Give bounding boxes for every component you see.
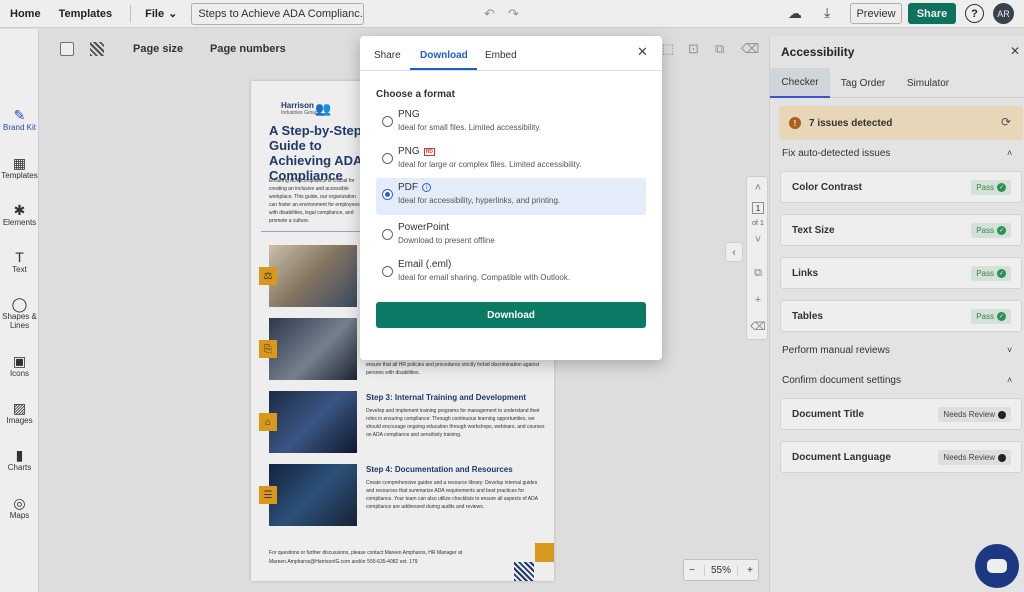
format-description: Ideal for accessibility, hyperlinks, and…: [398, 196, 561, 205]
divider: [360, 70, 662, 71]
format-description: Ideal for email sharing. Compatible with…: [398, 273, 571, 282]
format-heading: Choose a format: [376, 89, 455, 100]
format-name-text: PowerPoint: [398, 222, 450, 233]
format-description: Ideal for large or complex files. Limite…: [398, 160, 582, 169]
format-name-text: PNG: [398, 146, 420, 157]
tab-share[interactable]: Share: [374, 50, 401, 61]
format-option-png-hd[interactable]: PNG HD Ideal for large or complex files. …: [376, 142, 646, 179]
format-description: Ideal for small files. Limited accessibi…: [398, 123, 542, 132]
format-name-text: Email (.eml): [398, 259, 452, 270]
radio-button[interactable]: [382, 153, 393, 164]
radio-button-selected[interactable]: [382, 189, 393, 200]
format-name: Email (.eml): [398, 259, 451, 270]
info-icon[interactable]: i: [422, 183, 431, 192]
download-button[interactable]: Download: [376, 302, 646, 328]
format-option-png[interactable]: PNG Ideal for small files. Limited acces…: [376, 105, 646, 142]
tab-download[interactable]: Download: [420, 50, 468, 61]
format-name: PNG: [398, 109, 420, 120]
format-name: PNG HD: [398, 146, 435, 157]
format-option-pdf[interactable]: PDF i Ideal for accessibility, hyperlinks…: [376, 178, 646, 215]
close-icon[interactable]: ✕: [637, 44, 648, 60]
format-option-email[interactable]: Email (.eml) Ideal for email sharing. Co…: [376, 255, 646, 292]
radio-button[interactable]: [382, 266, 393, 277]
format-name: PDF i: [398, 182, 431, 193]
hd-badge: HD: [423, 147, 435, 156]
radio-button[interactable]: [382, 229, 393, 240]
format-name-text: PDF: [398, 182, 418, 193]
format-name-text: PNG: [398, 109, 420, 120]
share-download-dialog: Share Download Embed ✕ Choose a format P…: [360, 36, 662, 360]
radio-button[interactable]: [382, 116, 393, 127]
tab-embed[interactable]: Embed: [485, 50, 517, 61]
format-option-powerpoint[interactable]: PowerPoint Download to present offline: [376, 218, 646, 255]
format-name: PowerPoint: [398, 222, 449, 233]
format-description: Download to present offline: [398, 236, 495, 245]
